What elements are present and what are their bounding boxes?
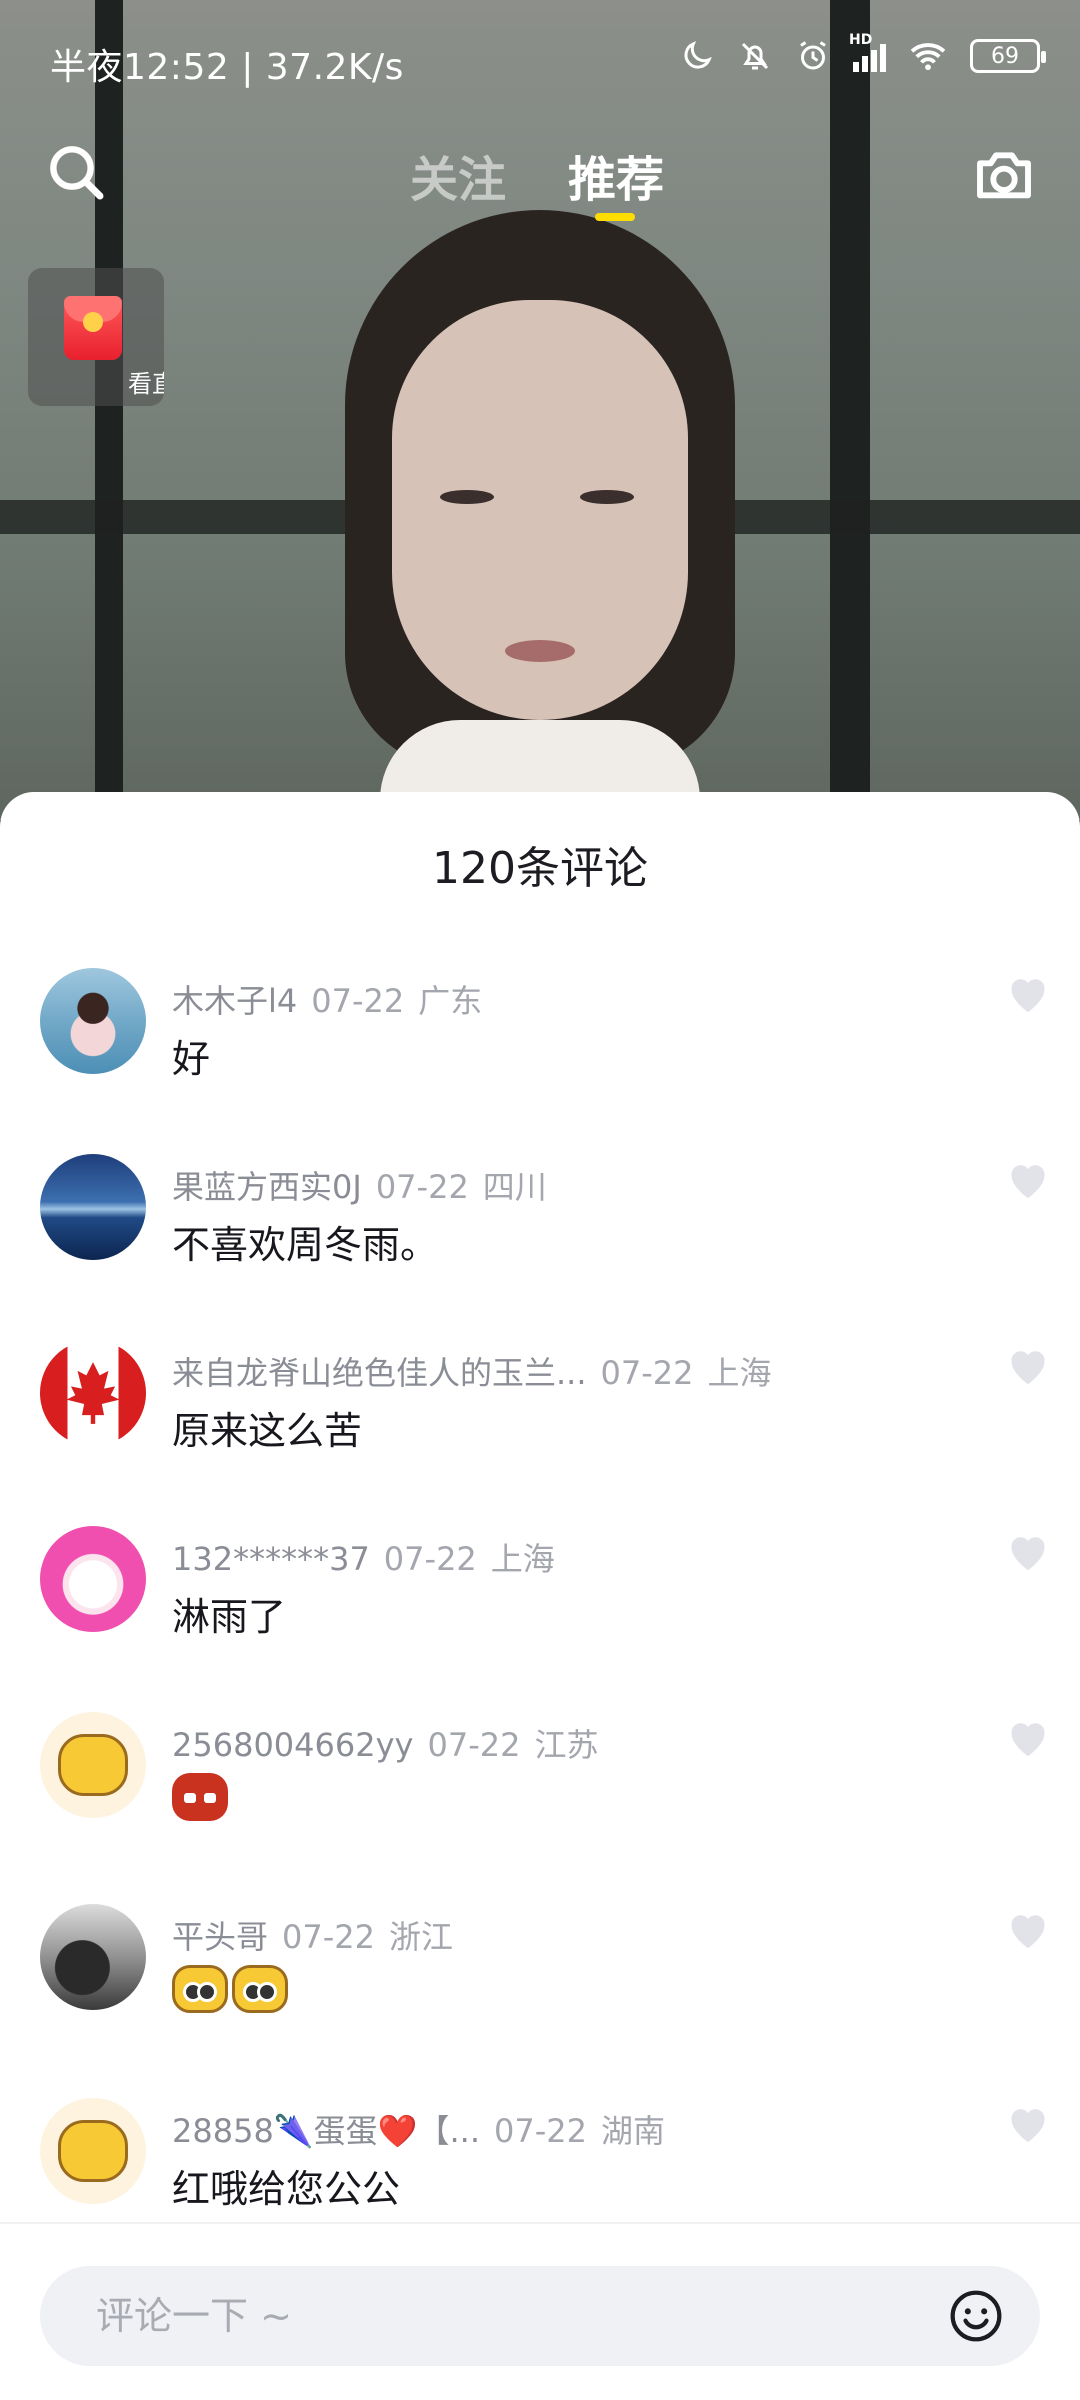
- comment-item[interactable]: 132******37 07-22 上海 淋雨了: [0, 1526, 1080, 1706]
- comment-text: [172, 1772, 232, 1821]
- camera-icon[interactable]: [972, 142, 1036, 206]
- comment-user[interactable]: 木木子l4: [172, 982, 297, 1020]
- top-nav: 关注 推荐: [0, 120, 1080, 240]
- comment-user[interactable]: 果蓝方西实0J: [172, 1168, 362, 1206]
- avatar[interactable]: [40, 1340, 146, 1446]
- avatar[interactable]: [40, 1154, 146, 1260]
- avatar[interactable]: [40, 968, 146, 1074]
- comment-date: 07-22: [282, 1918, 375, 1956]
- red-packet-label: 看直: [128, 370, 164, 398]
- raccoon-emoji: [232, 1964, 288, 2013]
- comment-date: 07-22: [383, 1540, 477, 1578]
- bell-off-icon: [741, 42, 769, 70]
- comment-date: 07-22: [427, 1726, 521, 1764]
- comment-location: 上海: [707, 1354, 772, 1392]
- red-packet-widget[interactable]: 看直: [28, 268, 164, 406]
- comment-user[interactable]: 2568004662yy: [172, 1726, 413, 1764]
- comment-date: 07-22: [311, 982, 405, 1020]
- alarm-icon: [800, 41, 826, 70]
- comment-location: 浙江: [389, 1918, 454, 1956]
- emoji-icon[interactable]: [948, 2288, 1004, 2344]
- comment-location: 湖南: [601, 2112, 666, 2150]
- maple-leaf-icon: [66, 1362, 120, 1424]
- wifi-icon: [910, 43, 946, 71]
- comment-text: 淋雨了: [172, 1595, 287, 1639]
- heart-icon[interactable]: [1006, 1160, 1050, 1200]
- comment-item[interactable]: 28858🌂蛋蛋❤️【... 07-22 湖南 红哦给您公公: [0, 2098, 1080, 2278]
- status-icons: HD 69: [679, 32, 1046, 74]
- comment-location: 上海: [490, 1540, 555, 1578]
- tab-follow[interactable]: 关注: [410, 140, 506, 210]
- comment-item[interactable]: 木木子l4 07-22 广东 好: [0, 968, 1080, 1148]
- comments-title: 120条评论: [432, 843, 648, 894]
- tab-active-indicator: [595, 213, 635, 221]
- network-label: HD: [849, 32, 873, 48]
- comment-text: 不喜欢周冬雨。: [172, 1223, 439, 1267]
- comment-item[interactable]: 平头哥 07-22 浙江: [0, 1904, 1080, 2084]
- avatar[interactable]: [40, 1526, 146, 1632]
- search-icon[interactable]: [44, 140, 108, 204]
- comment-text: [172, 1964, 292, 2013]
- comment-location: 四川: [482, 1168, 547, 1206]
- heart-icon[interactable]: [1006, 1718, 1050, 1758]
- status-time: 半夜12:52 | 37.2K/s: [50, 47, 404, 88]
- heart-icon[interactable]: [1006, 1532, 1050, 1572]
- comment-date: 07-22: [494, 2112, 587, 2150]
- person-eye: [580, 490, 634, 504]
- comment-text: 好: [172, 1037, 211, 1081]
- comment-user[interactable]: 平头哥: [172, 1918, 268, 1956]
- comment-user[interactable]: 28858🌂蛋蛋❤️【...: [172, 2112, 480, 2150]
- comment-input[interactable]: [96, 2286, 896, 2346]
- heart-icon[interactable]: [1006, 1346, 1050, 1386]
- comments-sheet: 120条评论 木木子l4 07-22 广东 好 果蓝方西实0J 07-22 四川 不喜欢…: [0, 792, 1080, 2400]
- comment-user[interactable]: 132******37: [172, 1540, 370, 1578]
- comment-item[interactable]: 果蓝方西实0J 07-22 四川 不喜欢周冬雨。: [0, 1154, 1080, 1334]
- raccoon-emoji: [172, 1964, 228, 2013]
- red-packet-icon: [64, 296, 122, 360]
- person-eye: [440, 490, 494, 504]
- comment-text: 原来这么苦: [172, 1409, 363, 1453]
- battery-level: 69: [991, 43, 1019, 69]
- comment-item[interactable]: 来自龙脊山绝色佳人的玉兰... 07-22 上海 原来这么苦: [0, 1340, 1080, 1520]
- avatar[interactable]: [40, 1904, 146, 2010]
- comment-date: 07-22: [600, 1354, 694, 1392]
- divider: [0, 2222, 1080, 2224]
- avatar[interactable]: [40, 1712, 146, 1818]
- heart-icon[interactable]: [1006, 2104, 1050, 2144]
- comment-date: 07-22: [375, 1168, 469, 1206]
- heart-icon[interactable]: [1006, 974, 1050, 1014]
- avatar[interactable]: [40, 2098, 146, 2204]
- comment-item[interactable]: 2568004662yy 07-22 江苏: [0, 1712, 1080, 1892]
- comment-location: 广东: [418, 982, 483, 1020]
- tab-recommend[interactable]: 推荐: [568, 140, 664, 210]
- raccoon-face: [58, 2120, 128, 2182]
- angry-emoji: [172, 1772, 228, 1821]
- comment-text: 红哦给您公公: [172, 2167, 401, 2211]
- raccoon-face: [58, 1734, 128, 1796]
- comment-location: 江苏: [534, 1726, 599, 1764]
- comment-input-bar[interactable]: [40, 2266, 1040, 2366]
- battery-icon: 69: [970, 39, 1046, 73]
- status-bar: 半夜12:52 | 37.2K/s HD 69: [0, 0, 1080, 120]
- heart-icon[interactable]: [1006, 1910, 1050, 1950]
- moon-icon: [684, 41, 712, 69]
- signal-icon: HD: [849, 32, 886, 72]
- person-lips: [505, 640, 575, 662]
- comment-user[interactable]: 来自龙脊山绝色佳人的玉兰...: [172, 1354, 587, 1392]
